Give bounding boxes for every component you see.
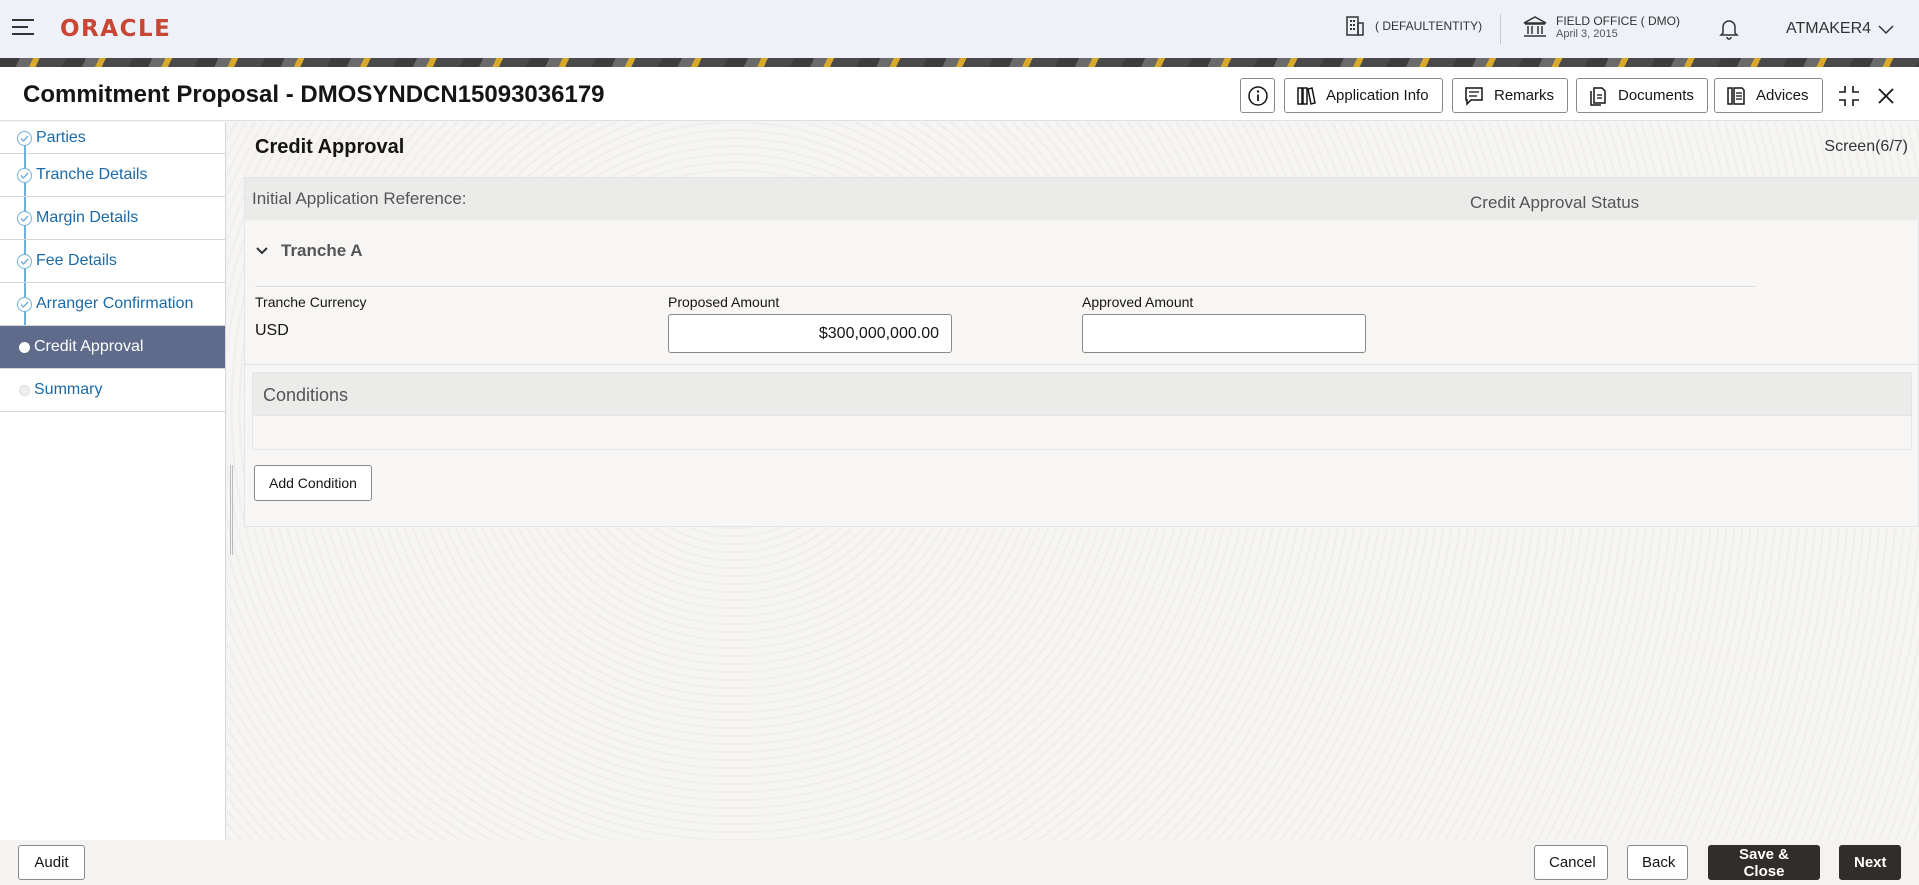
- decorative-banner: [0, 58, 1919, 67]
- sidebar-item-tranche-details[interactable]: Tranche Details: [0, 154, 225, 197]
- conditions-header: Conditions: [252, 372, 1912, 416]
- sidebar-item-credit-approval[interactable]: Credit Approval: [0, 326, 225, 369]
- sidebar-item-margin-details[interactable]: Margin Details: [0, 197, 225, 240]
- screen-counter: Screen(6/7): [1824, 138, 1908, 155]
- initial-reference-bar: Initial Application Reference:: [245, 178, 1919, 220]
- proposed-amount-label: Proposed Amount: [668, 294, 780, 310]
- remarks-button[interactable]: Remarks: [1452, 78, 1569, 113]
- sidebar-item-label: Parties: [36, 128, 86, 146]
- sidebar-resize-handle[interactable]: [230, 465, 233, 555]
- advices-icon: [1727, 86, 1745, 105]
- bank-icon: [1523, 16, 1547, 37]
- check-circle-icon: [17, 297, 32, 312]
- credit-approval-status-label: Credit Approval Status: [1470, 193, 1640, 212]
- next-button[interactable]: Next: [1839, 845, 1901, 880]
- conditions-list: [252, 416, 1912, 450]
- tranche-title: Tranche A: [281, 241, 363, 260]
- advices-label: Advices: [1756, 87, 1809, 104]
- info-button[interactable]: [1240, 78, 1275, 113]
- title-bar: Commitment Proposal - DMOSYNDCN150930361…: [0, 67, 1919, 121]
- sidebar-item-label: Tranche Details: [36, 166, 148, 183]
- documents-icon: [1590, 86, 1606, 106]
- sidebar-item-label: Fee Details: [36, 252, 117, 269]
- audit-button[interactable]: Audit: [18, 845, 85, 880]
- sidebar-item-summary[interactable]: Summary: [0, 369, 225, 412]
- notification-bell-icon[interactable]: [1719, 18, 1739, 45]
- tranche-currency-label: Tranche Currency: [255, 294, 367, 310]
- footer-bar: Audit Cancel Back Save & Close Next: [0, 840, 1919, 885]
- application-info-icon: [1297, 86, 1316, 105]
- documents-label: Documents: [1618, 87, 1694, 104]
- entity-selector[interactable]: ( DEFAULTENTITY): [1345, 16, 1482, 36]
- tranche-a-toggle[interactable]: Tranche A: [255, 241, 363, 261]
- add-condition-button[interactable]: Add Condition: [254, 465, 372, 501]
- oracle-logo: ORACLE: [60, 16, 172, 42]
- main-content: Credit Approval Screen(6/7) Initial Appl…: [227, 122, 1919, 840]
- divider: [245, 364, 1919, 365]
- page-title: Commitment Proposal - DMOSYNDCN150930361…: [23, 81, 605, 108]
- hamburger-menu-icon[interactable]: [12, 19, 34, 37]
- entity-label: ( DEFAULTENTITY): [1375, 19, 1483, 33]
- section-title: Credit Approval: [255, 136, 405, 158]
- save-and-close-button[interactable]: Save & Close: [1708, 845, 1820, 880]
- check-circle-icon: [17, 131, 32, 146]
- documents-button[interactable]: Documents: [1576, 78, 1708, 113]
- user-name: ATMAKER4: [1786, 20, 1872, 37]
- advices-button[interactable]: Advices: [1714, 78, 1823, 113]
- conditions-title: Conditions: [263, 385, 349, 405]
- top-header: ORACLE ( DEFAULTENTITY) FIELD OFFICE ( D…: [0, 0, 1919, 58]
- sidebar-item-fee-details[interactable]: Fee Details: [0, 240, 225, 283]
- application-info-button[interactable]: Application Info: [1284, 78, 1443, 113]
- chevron-down-icon: [256, 247, 268, 255]
- credit-approval-panel: Initial Application Reference: Credit Ap…: [244, 177, 1919, 527]
- current-step-icon: [19, 342, 30, 353]
- header-divider: [1500, 14, 1501, 44]
- approved-amount-label: Approved Amount: [1082, 294, 1194, 310]
- wizard-sidebar: Parties Tranche Details Margin Details F…: [0, 122, 226, 840]
- check-circle-icon: [17, 168, 32, 183]
- cancel-button[interactable]: Cancel: [1534, 845, 1608, 880]
- sidebar-item-label: Margin Details: [36, 209, 139, 226]
- divider: [255, 286, 1755, 287]
- close-icon[interactable]: [1874, 84, 1898, 108]
- collapse-icon[interactable]: [1837, 84, 1861, 108]
- approved-amount-field[interactable]: [1082, 314, 1366, 353]
- check-circle-icon: [17, 211, 32, 226]
- user-menu[interactable]: ATMAKER4: [1786, 20, 1895, 38]
- initial-reference-label: Initial Application Reference:: [252, 189, 467, 208]
- branch-date: April 3, 2015: [1556, 28, 1618, 40]
- branch-name: FIELD OFFICE ( DMO): [1556, 14, 1680, 28]
- sidebar-item-label: Arranger Confirmation: [36, 295, 194, 312]
- tranche-currency-value: USD: [255, 322, 289, 339]
- pending-step-icon: [19, 385, 30, 396]
- comment-icon: [1465, 86, 1483, 106]
- sidebar-item-label: Summary: [34, 381, 103, 398]
- remarks-label: Remarks: [1494, 87, 1555, 104]
- proposed-amount-field[interactable]: [668, 314, 952, 353]
- check-circle-icon: [17, 254, 32, 269]
- building-icon: [1346, 16, 1364, 36]
- application-info-label: Application Info: [1326, 87, 1429, 104]
- sidebar-item-label: Credit Approval: [34, 338, 144, 355]
- back-button[interactable]: Back: [1627, 845, 1688, 880]
- sidebar-item-parties[interactable]: Parties: [0, 122, 225, 154]
- info-icon: [1247, 85, 1268, 106]
- chevron-down-icon: [1878, 25, 1894, 35]
- sidebar-item-arranger-confirmation[interactable]: Arranger Confirmation: [0, 283, 225, 326]
- branch-selector[interactable]: FIELD OFFICE ( DMO) April 3, 2015: [1522, 14, 1680, 40]
